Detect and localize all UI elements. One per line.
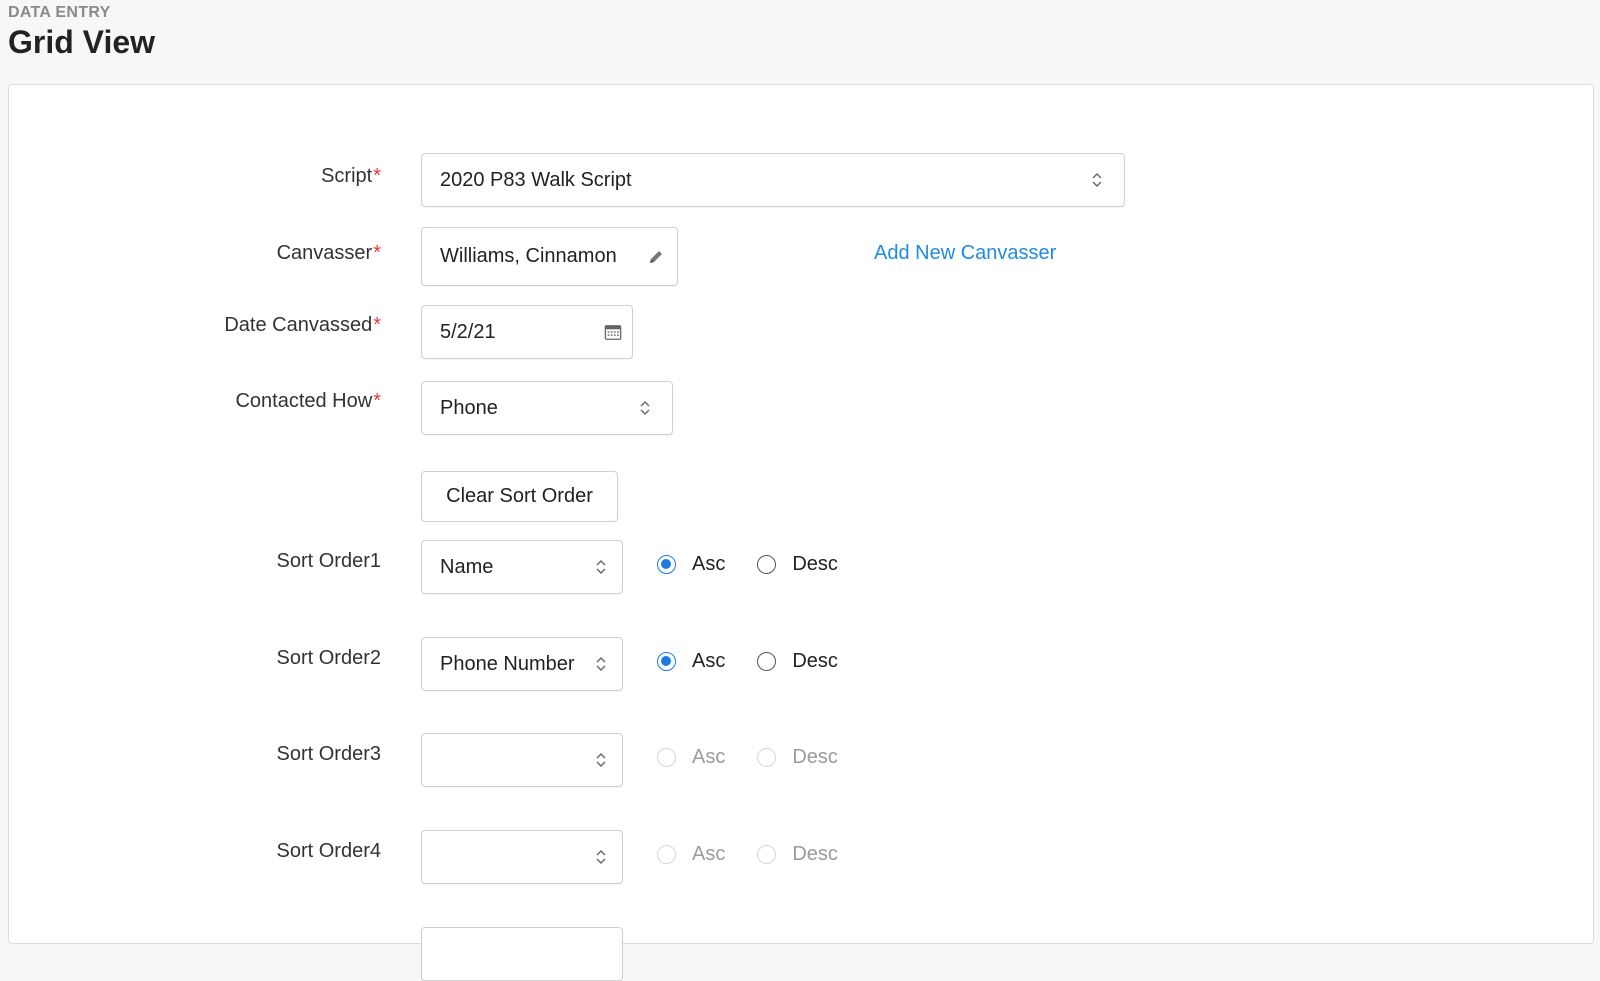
radio-label: Desc [792, 843, 838, 865]
chevron-updown-icon [592, 846, 610, 868]
sort-order4-desc-radio[interactable]: Desc [757, 843, 838, 866]
canvasser-label-text: Canvasser [276, 242, 373, 264]
canvasser-field[interactable]: Williams, Cinnamon [421, 227, 678, 286]
radio-label: Desc [792, 553, 838, 575]
page-eyebrow: DATA ENTRY [8, 4, 111, 21]
form-card: Script* 2020 P83 Walk Script Canvasser* … [8, 84, 1594, 981]
script-select-value: 2020 P83 Walk Script [440, 168, 632, 191]
script-select[interactable]: 2020 P83 Walk Script [421, 153, 1125, 207]
canvasser-label: Canvasser* [277, 242, 381, 265]
sort-order5-select[interactable] [421, 927, 623, 981]
chevron-updown-icon [592, 653, 610, 675]
radio-disabled-icon [757, 748, 777, 767]
contacted-how-label: Contacted How* [235, 390, 381, 413]
canvasser-value: Williams, Cinnamon [440, 245, 617, 267]
radio-disabled-icon [657, 748, 676, 767]
contacted-how-value: Phone [440, 396, 498, 419]
page-title: Grid View [8, 24, 156, 60]
sort-order2-value: Phone Number [440, 652, 575, 675]
radio-unchecked-icon [757, 555, 777, 574]
radio-checked-icon [657, 652, 676, 671]
radio-label: Desc [792, 650, 838, 672]
chevron-updown-icon [592, 556, 610, 578]
radio-disabled-icon [657, 845, 676, 864]
radio-label: Asc [692, 843, 726, 865]
radio-label: Asc [692, 746, 726, 768]
sort-order1-value: Name [440, 555, 494, 578]
chevron-updown-icon [592, 749, 610, 771]
contacted-how-label-text: Contacted How [235, 390, 373, 412]
radio-disabled-icon [757, 845, 777, 864]
page-header: DATA ENTRY Grid View [8, 4, 155, 61]
add-new-canvasser-link[interactable]: Add New Canvasser [874, 242, 1056, 265]
clear-sort-order-button[interactable]: Clear Sort Order [421, 471, 618, 522]
radio-label: Asc [692, 650, 726, 672]
required-mark: * [373, 242, 381, 264]
sort-order3-asc-radio[interactable]: Asc [657, 746, 725, 769]
chevron-updown-icon [1088, 169, 1106, 191]
required-mark: * [373, 165, 381, 187]
radio-checked-icon [657, 555, 676, 574]
sort-order2-asc-radio[interactable]: Asc [657, 650, 725, 673]
sort-order3-direction: Asc Desc [657, 746, 870, 769]
radio-label: Desc [792, 746, 838, 768]
date-canvassed-label: Date Canvassed* [224, 314, 381, 337]
required-mark: * [373, 390, 381, 412]
date-canvassed-value: 5/2/21 [440, 320, 496, 343]
sort-order2-desc-radio[interactable]: Desc [757, 650, 838, 673]
sort-order1-direction: Asc Desc [657, 553, 870, 576]
sort-order2-direction: Asc Desc [657, 650, 870, 673]
sort-order4-label: Sort Order4 [276, 840, 381, 862]
sort-order1-desc-radio[interactable]: Desc [757, 553, 838, 576]
sort-order1-select[interactable]: Name [421, 540, 623, 594]
pencil-icon[interactable] [647, 246, 665, 268]
script-label: Script* [321, 165, 381, 188]
date-canvassed-input[interactable]: 5/2/21 [421, 305, 633, 359]
sort-order1-asc-radio[interactable]: Asc [657, 553, 725, 576]
sort-order3-label: Sort Order3 [276, 743, 381, 765]
sort-order4-select[interactable] [421, 830, 623, 884]
radio-unchecked-icon [757, 652, 777, 671]
sort-order1-label: Sort Order1 [276, 550, 381, 572]
sort-order2-label: Sort Order2 [276, 647, 381, 669]
contacted-how-select[interactable]: Phone [421, 381, 673, 435]
chevron-updown-icon [636, 397, 654, 419]
sort-order2-select[interactable]: Phone Number [421, 637, 623, 691]
sort-order4-asc-radio[interactable]: Asc [657, 843, 725, 866]
sort-order4-direction: Asc Desc [657, 843, 870, 866]
script-label-text: Script [321, 165, 373, 187]
calendar-icon[interactable] [604, 321, 622, 343]
sort-order3-select[interactable] [421, 733, 623, 787]
required-mark: * [373, 314, 381, 336]
radio-label: Asc [692, 553, 726, 575]
date-canvassed-label-text: Date Canvassed [224, 314, 373, 336]
sort-order3-desc-radio[interactable]: Desc [757, 746, 838, 769]
